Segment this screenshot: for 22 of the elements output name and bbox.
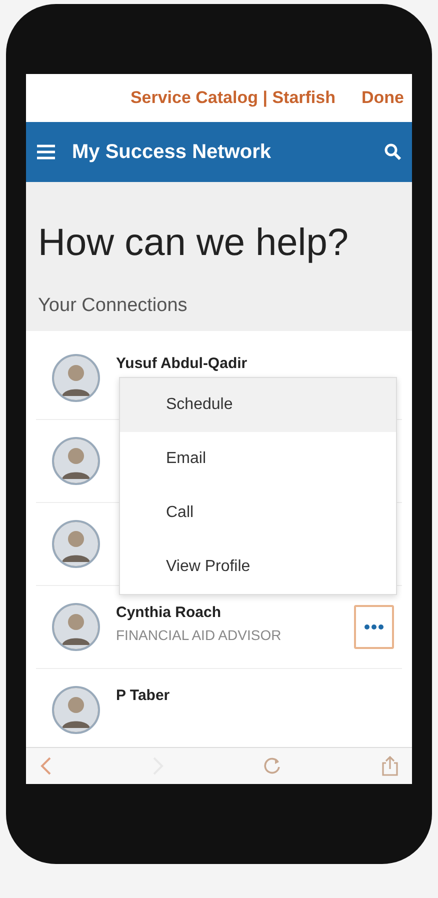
contact-name: Yusuf Abdul-Qadir [116, 355, 248, 372]
header-title: My Success Network [72, 140, 272, 164]
avatar-icon[interactable] [52, 603, 100, 651]
avatar-icon[interactable] [52, 354, 100, 402]
avatar-icon[interactable] [52, 520, 100, 568]
contact-name: Cynthia Roach [116, 604, 222, 621]
menu-item[interactable]: Call [120, 486, 396, 540]
menu-item[interactable]: View Profile [120, 540, 396, 594]
section-title: Your Connections [38, 295, 188, 317]
search-icon[interactable] [384, 143, 402, 161]
done-button[interactable]: Done [362, 88, 404, 108]
help-heading: How can we help? [38, 222, 350, 265]
more-button[interactable] [354, 605, 394, 649]
ellipsis-icon [364, 624, 384, 630]
contact-name: P Taber [116, 687, 171, 704]
menu-icon[interactable] [36, 144, 56, 160]
menu-item[interactable]: Email [120, 432, 396, 486]
contact-role: FINANCIAL AID ADVISOR [116, 627, 282, 643]
avatar-icon[interactable] [52, 437, 100, 485]
page-title: Service Catalog | Starfish [130, 88, 336, 108]
menu-item[interactable]: Schedule [120, 378, 396, 432]
avatar-icon[interactable] [52, 686, 100, 734]
